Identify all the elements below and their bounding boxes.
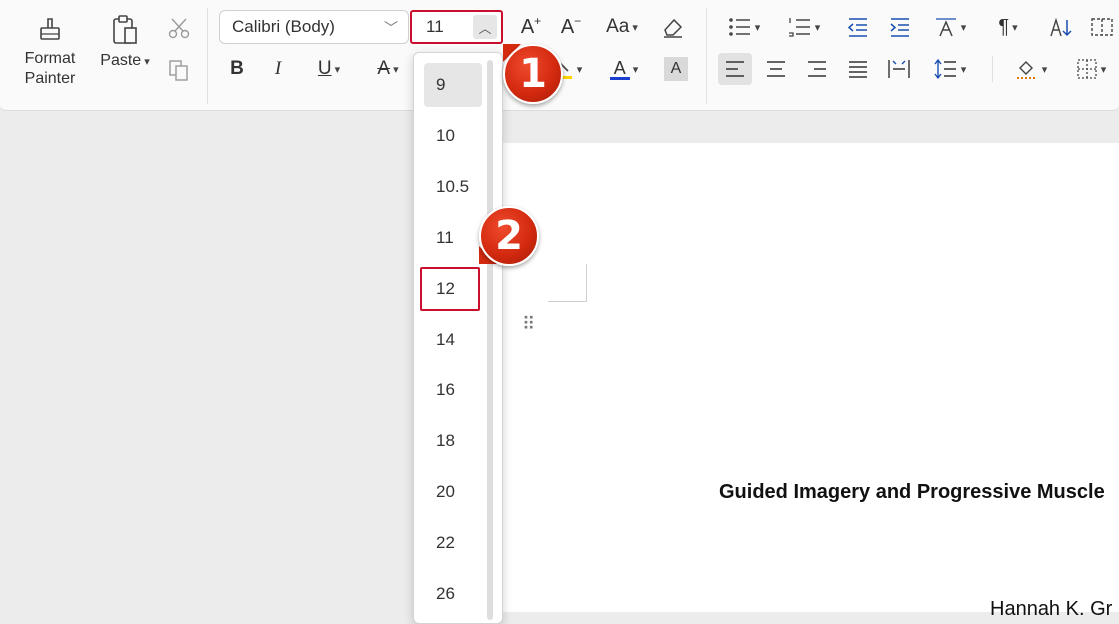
font-size-option[interactable]: 16 <box>424 368 482 412</box>
paragraph-mark-button[interactable]: ¶ ▾ <box>988 12 1028 42</box>
decrease-indent-icon <box>847 18 867 37</box>
paste-dropdown-chevron-icon[interactable]: ▾ <box>144 55 150 68</box>
step-marker-1: 1 <box>503 44 563 104</box>
font-color-icon: A <box>613 57 626 78</box>
align-center-button[interactable] <box>760 53 792 85</box>
align-right-button[interactable] <box>801 53 833 85</box>
scissors-icon <box>168 18 190 39</box>
font-size-value: 11 <box>426 17 444 36</box>
strikethrough-icon: A <box>377 58 391 79</box>
text-direction-button[interactable]: ▾ <box>928 12 972 42</box>
text-direction-icon <box>935 18 956 37</box>
font-size-option[interactable]: 12 <box>420 267 480 311</box>
font-size-select[interactable]: 11 ︿ <box>410 10 503 44</box>
chevron-up-icon[interactable]: ︿ <box>473 15 497 39</box>
line-spacing-icon <box>934 58 956 80</box>
shrink-font-icon: A <box>560 15 575 38</box>
font-size-option[interactable]: 14 <box>424 318 482 362</box>
page-corner-mark <box>548 301 586 302</box>
numbered-list-icon <box>788 18 810 37</box>
align-left-button[interactable] <box>718 53 752 85</box>
underline-icon: U <box>317 58 332 79</box>
bullets-button[interactable]: ▾ <box>722 12 766 42</box>
dropdown-scrollbar[interactable] <box>487 60 493 620</box>
italic-icon: I <box>274 58 282 79</box>
font-size-option[interactable]: 20 <box>424 470 482 514</box>
paragraph-mark-icon: ¶ <box>998 15 1010 38</box>
font-size-option[interactable]: 9 <box>424 63 482 107</box>
paste-button[interactable]: Paste ▾ <box>96 14 154 84</box>
align-left-icon <box>726 61 744 77</box>
copy-icon <box>169 60 188 81</box>
cut-button[interactable] <box>164 14 194 42</box>
font-size-option[interactable]: 10.5 <box>424 165 482 209</box>
shrink-font-button[interactable]: A − <box>556 12 586 42</box>
document-page[interactable] <box>500 143 1119 612</box>
columns-button[interactable] <box>1088 12 1116 42</box>
align-right-icon <box>808 61 826 77</box>
line-spacing-button[interactable]: ▾ <box>928 53 972 85</box>
bold-icon: B <box>230 58 244 79</box>
grow-font-button[interactable]: A + <box>516 12 546 42</box>
character-shading-icon: A <box>670 60 682 77</box>
font-size-option[interactable]: 18 <box>424 419 482 463</box>
sort-icon <box>1050 17 1072 37</box>
numbering-button[interactable]: ▾ <box>782 12 826 42</box>
format-painter-icon <box>35 14 65 50</box>
justify-icon <box>849 61 867 78</box>
italic-button[interactable]: I <box>264 54 292 84</box>
paste-label: Paste <box>100 52 142 69</box>
grow-font-icon: A <box>520 15 535 38</box>
change-case-button[interactable]: Aa ▾ <box>598 12 646 42</box>
font-size-option[interactable]: 26 <box>424 572 482 616</box>
font-color-button[interactable]: A ▾ <box>602 54 646 84</box>
clear-formatting-button[interactable] <box>658 12 688 42</box>
decrease-indent-button[interactable] <box>844 12 872 42</box>
bullet-list-icon <box>728 18 750 36</box>
eraser-icon <box>664 18 683 38</box>
distributed-icon <box>888 60 910 78</box>
change-case-icon: Aa <box>606 16 630 37</box>
character-shading-button[interactable]: A <box>664 57 688 81</box>
page-corner-mark <box>586 264 587 302</box>
document-title: Guided Imagery and Progressive Muscle <box>719 481 1105 503</box>
step-marker-1-number: 1 <box>519 51 547 97</box>
document-author: Hannah K. Gr <box>990 598 1113 620</box>
step-marker-2: 2 <box>479 206 539 266</box>
clipboard-icon <box>109 14 141 52</box>
ribbon-toolbar: Format Painter Paste ▾ Calibri (Body) ﹀ … <box>0 0 1119 111</box>
font-size-option[interactable]: 22 <box>424 521 482 565</box>
increase-indent-icon <box>890 18 909 37</box>
font-family-value: Calibri (Body) <box>232 17 335 36</box>
format-painter-button[interactable]: Format Painter <box>18 14 82 102</box>
step-marker-2-number: 2 <box>495 213 523 259</box>
copy-button[interactable] <box>164 56 194 84</box>
bold-button[interactable]: B <box>223 54 251 84</box>
distributed-button[interactable] <box>883 53 915 85</box>
drag-handle-icon[interactable]: ⠿ <box>522 315 535 333</box>
strikethrough-button[interactable]: A ▾ <box>366 54 410 84</box>
justify-button[interactable] <box>842 53 874 85</box>
format-painter-label-1: Format <box>24 50 76 67</box>
increase-indent-button[interactable] <box>886 12 914 42</box>
shading-button[interactable]: ▾ <box>1008 53 1054 85</box>
font-size-option[interactable]: 10 <box>424 114 482 158</box>
chevron-down-icon: ﹀ <box>384 20 398 36</box>
borders-button[interactable]: ▾ <box>1068 53 1114 85</box>
align-center-icon <box>767 61 785 77</box>
sort-button[interactable] <box>1046 12 1076 42</box>
font-size-option[interactable]: 11 <box>424 216 482 260</box>
font-family-select[interactable]: Calibri (Body) ﹀ <box>219 10 409 44</box>
borders-icon <box>1077 59 1097 79</box>
underline-button[interactable]: U ▾ <box>306 54 352 84</box>
columns-icon <box>1091 18 1113 36</box>
paint-bucket-icon <box>1016 61 1035 79</box>
format-painter-label-2: Painter <box>24 70 76 87</box>
